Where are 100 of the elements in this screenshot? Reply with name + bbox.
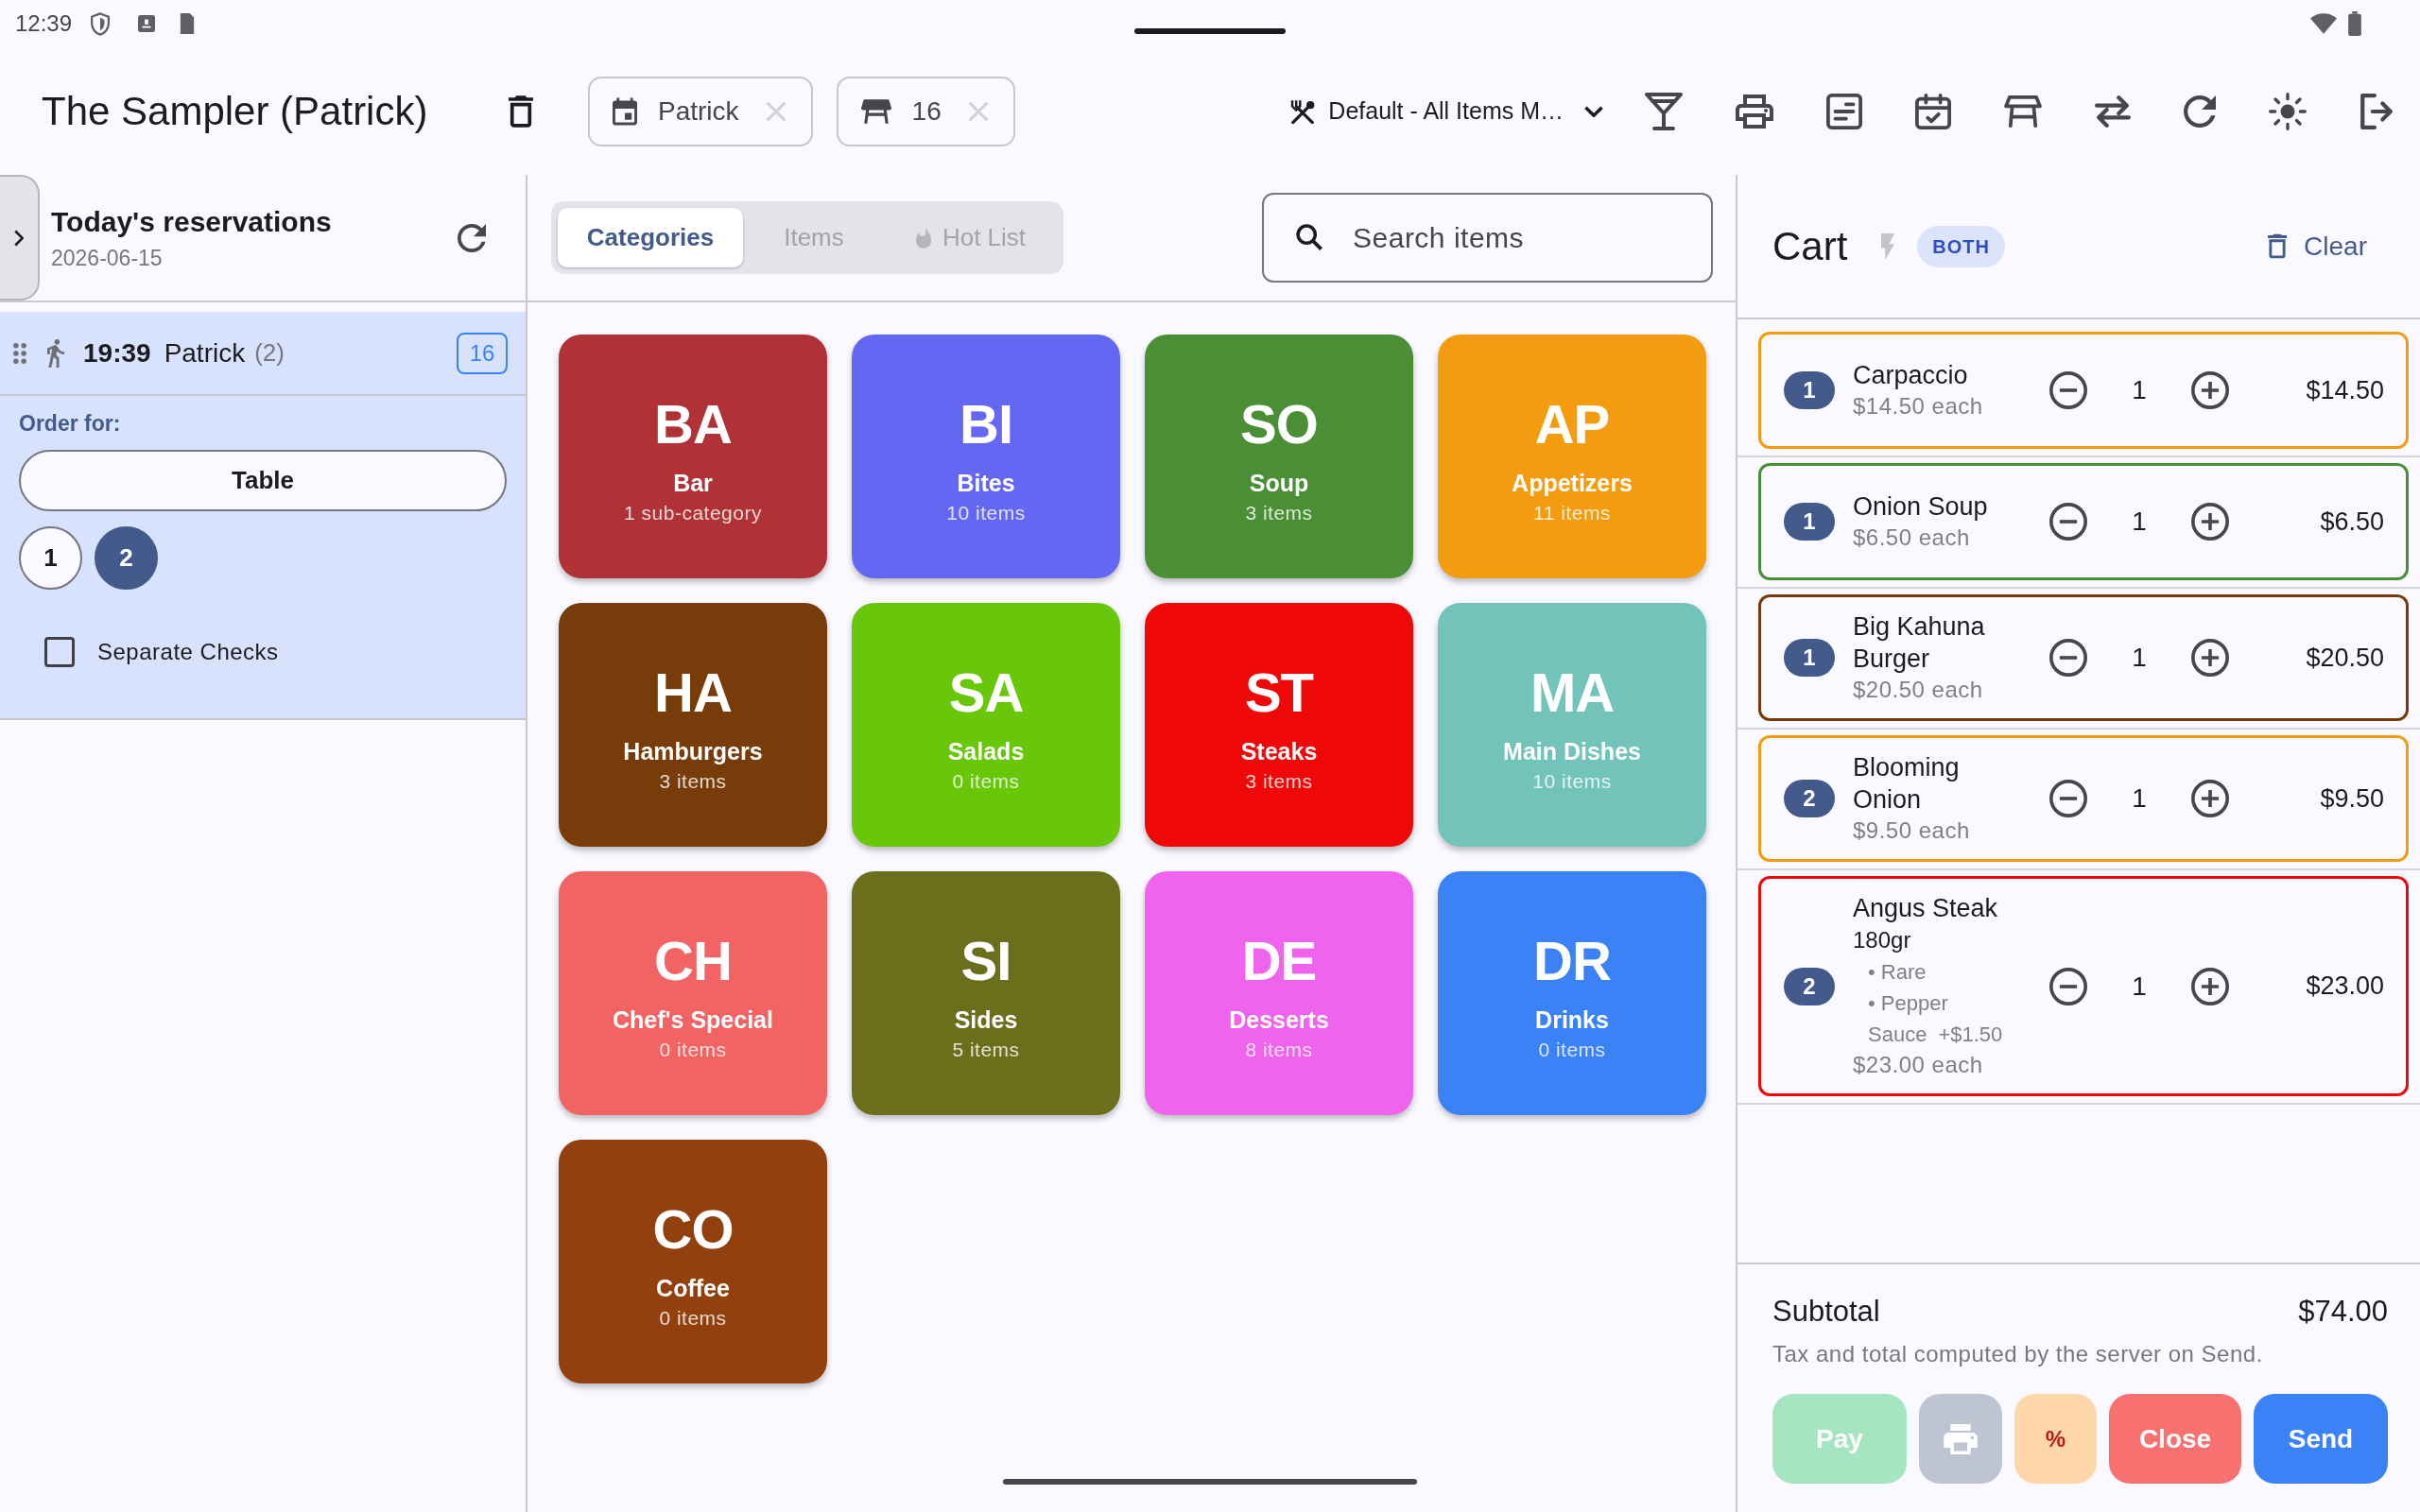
item-count: 3 items bbox=[1245, 769, 1313, 794]
category-card[interactable]: CO Coffee 0 items bbox=[559, 1140, 827, 1383]
category-name: Coffee bbox=[656, 1274, 730, 1303]
subtotal-label: Subtotal bbox=[1772, 1294, 1880, 1330]
plus-circle-icon[interactable] bbox=[2191, 780, 2229, 817]
item-count: 10 items bbox=[946, 501, 1026, 525]
quantity-value: 1 bbox=[2131, 374, 2148, 406]
swap-arrows-icon[interactable] bbox=[2095, 94, 2131, 128]
seat-badge: 1 bbox=[1784, 503, 1835, 541]
category-name: Hamburgers bbox=[623, 737, 763, 766]
category-name: Sides bbox=[954, 1005, 1018, 1035]
gesture-handle[interactable] bbox=[1134, 28, 1286, 34]
cart-title: Cart bbox=[1772, 222, 1848, 270]
printer-icon bbox=[1944, 1423, 1978, 1454]
seat-button[interactable]: 2 bbox=[95, 526, 158, 590]
seat-button[interactable]: 1 bbox=[19, 526, 82, 590]
minus-circle-icon[interactable] bbox=[2049, 780, 2087, 817]
discount-button[interactable]: % bbox=[2014, 1394, 2097, 1484]
seat-badge: 1 bbox=[1784, 371, 1835, 409]
search-icon bbox=[1296, 224, 1322, 250]
category-name: Bites bbox=[957, 469, 1015, 498]
minus-circle-icon[interactable] bbox=[2049, 371, 2087, 409]
item-variant: 180gr bbox=[1853, 926, 1912, 954]
item-count: 10 items bbox=[1532, 769, 1612, 794]
menu-selector[interactable]: Default - All Items M… bbox=[1290, 93, 1603, 129]
document-icon[interactable] bbox=[1826, 93, 1862, 129]
walking-person-icon bbox=[47, 338, 64, 368]
cart-item-card[interactable]: 2 Angus Steak 180gr • Rare • Pepper Sauce +$1.50 $23.00 each 1 $23.00 bbox=[1758, 876, 2409, 1096]
clear-button[interactable]: Clear bbox=[2268, 226, 2367, 266]
modifier-text: • Rare bbox=[1868, 959, 1927, 986]
minus-circle-icon[interactable] bbox=[2049, 967, 2087, 1005]
reservation-row[interactable]: 19:39 Patrick (2) 16 bbox=[0, 312, 526, 396]
guest-name: Patrick bbox=[164, 336, 246, 369]
seat-badge: 2 bbox=[1784, 780, 1835, 817]
plus-circle-icon[interactable] bbox=[2191, 639, 2229, 677]
category-card[interactable]: HA Hamburgers 3 items bbox=[559, 603, 827, 847]
mode-badge: BOTH bbox=[1917, 225, 2006, 267]
plus-circle-icon[interactable] bbox=[2191, 967, 2229, 1005]
cart-item-card[interactable]: 1 Carpaccio $14.50 each 1 $14.50 bbox=[1758, 332, 2409, 449]
square-badge-icon bbox=[138, 15, 156, 32]
chevron-down-icon bbox=[1584, 105, 1603, 117]
category-abbreviation: SI bbox=[960, 931, 1011, 991]
plus-circle-icon[interactable] bbox=[2191, 371, 2229, 409]
category-card[interactable]: DR Drinks 0 items bbox=[1438, 871, 1706, 1115]
item-count: 5 items bbox=[952, 1038, 1020, 1062]
category-card[interactable]: BI Bites 10 items bbox=[852, 335, 1120, 578]
item-count: 3 items bbox=[1245, 501, 1313, 525]
subtotal-amount: $74.00 bbox=[2298, 1294, 2388, 1330]
category-abbreviation: CO bbox=[652, 1199, 734, 1260]
unit-price: $6.50 each bbox=[1853, 524, 1971, 552]
category-name: Salads bbox=[947, 737, 1025, 766]
drag-handle-icon[interactable] bbox=[13, 342, 26, 364]
printer-icon[interactable] bbox=[1736, 94, 1773, 129]
item-name: Onion Soup bbox=[1853, 491, 1989, 523]
item-name: Big Kahuna Burger bbox=[1853, 611, 1986, 675]
minus-circle-icon[interactable] bbox=[2049, 639, 2087, 677]
category-name: Bar bbox=[673, 469, 713, 498]
item-count: 8 items bbox=[1245, 1038, 1313, 1062]
quantity-value: 1 bbox=[2131, 506, 2148, 538]
cart-item-card[interactable]: 1 Onion Soup $6.50 each 1 $6.50 bbox=[1758, 463, 2409, 580]
category-abbreviation: DR bbox=[1533, 931, 1611, 991]
quantity-value: 1 bbox=[2131, 642, 2148, 674]
category-abbreviation: ST bbox=[1244, 662, 1314, 723]
table-button[interactable]: Table bbox=[19, 450, 507, 511]
martini-glass-icon[interactable] bbox=[1645, 92, 1683, 130]
refresh-icon[interactable] bbox=[2184, 94, 2216, 128]
cart-item-card[interactable]: 2 Blooming Onion $9.50 each 1 $9.50 bbox=[1758, 735, 2409, 862]
tab[interactable]: Categories bbox=[558, 208, 743, 267]
drawer-handle[interactable] bbox=[0, 175, 40, 301]
shield-icon bbox=[91, 11, 111, 36]
category-name: Appetizers bbox=[1512, 469, 1633, 498]
plus-circle-icon[interactable] bbox=[2191, 503, 2229, 541]
table-icon[interactable] bbox=[2004, 94, 2042, 128]
seat-badge: 1 bbox=[1784, 639, 1835, 677]
filter-chip[interactable]: Patrick bbox=[588, 76, 813, 146]
modifier-text: • Pepper Sauce +$1.50 bbox=[1868, 990, 2004, 1048]
sun-icon[interactable] bbox=[2269, 92, 2307, 130]
sd-card-icon bbox=[180, 13, 196, 34]
category-card[interactable]: SO Soup 3 items bbox=[1145, 335, 1413, 578]
send-button[interactable]: Send bbox=[2254, 1394, 2388, 1484]
trash-icon[interactable] bbox=[509, 94, 533, 128]
panel-title: Today's reservations bbox=[51, 204, 332, 239]
minus-circle-icon[interactable] bbox=[2049, 503, 2087, 541]
gesture-handle[interactable] bbox=[1003, 1479, 1417, 1485]
unit-price: $20.50 each bbox=[1853, 676, 1984, 704]
flame-icon bbox=[915, 227, 931, 249]
cart-item-card[interactable]: 1 Big Kahuna Burger $20.50 each 1 $20.50 bbox=[1758, 594, 2409, 721]
category-card[interactable]: BA Bar 1 sub-category bbox=[559, 335, 827, 578]
reservation-date: 2026-06-15 bbox=[51, 244, 164, 272]
calendar-check-icon[interactable] bbox=[1915, 93, 1951, 129]
refresh-icon[interactable] bbox=[458, 223, 486, 252]
category-card[interactable]: SI Sides 5 items bbox=[852, 871, 1120, 1115]
category-name: Drinks bbox=[1535, 1005, 1609, 1035]
line-total: $9.50 bbox=[2319, 782, 2384, 815]
category-card[interactable]: ST Steaks 3 items bbox=[1145, 603, 1413, 847]
logout-icon[interactable] bbox=[2360, 93, 2394, 129]
search-field[interactable]: Search items bbox=[1262, 193, 1713, 283]
wifi-icon bbox=[2310, 13, 2337, 34]
filter-chip[interactable]: 16 bbox=[836, 76, 1015, 146]
checkbox[interactable] bbox=[44, 637, 75, 667]
